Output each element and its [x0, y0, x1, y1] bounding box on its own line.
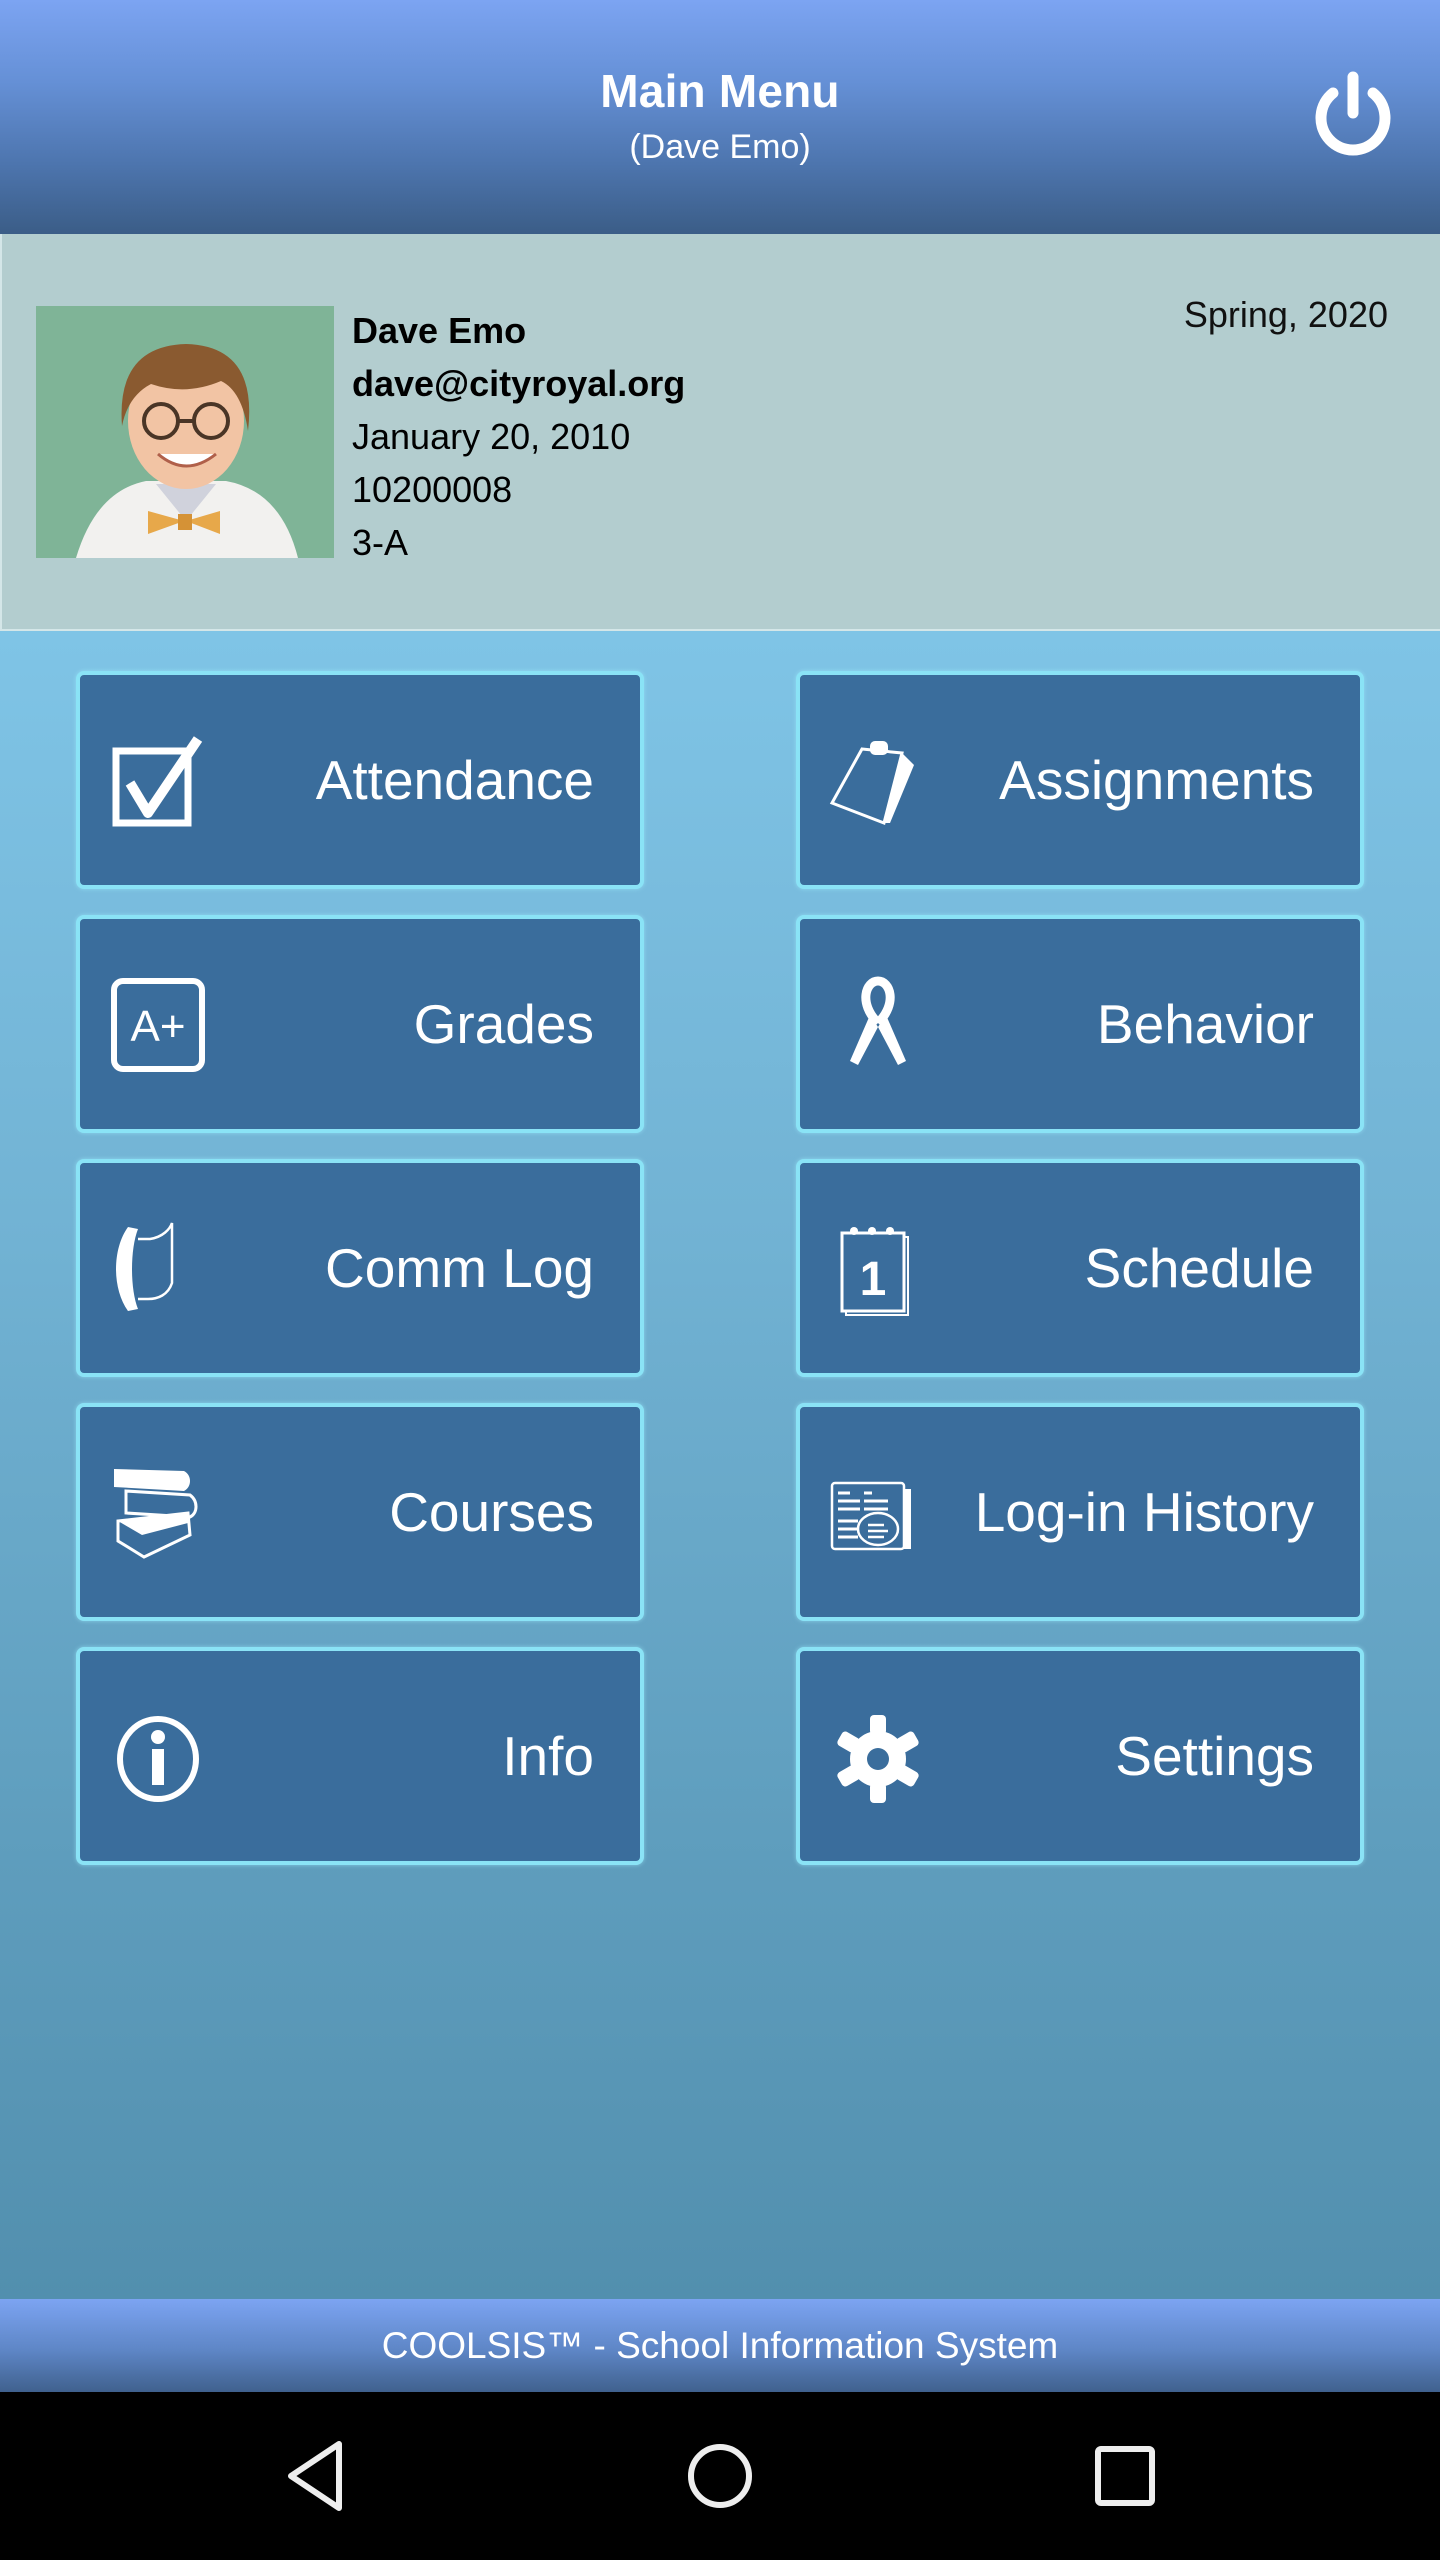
comm-log-button[interactable]: Comm Log — [76, 1159, 644, 1377]
settings-button[interactable]: Settings — [796, 1647, 1364, 1865]
svg-text:1: 1 — [860, 1253, 887, 1306]
menu-grid: Attendance Assignments A+ Grades Behavio… — [0, 631, 1440, 2299]
attendance-button[interactable]: Attendance — [76, 671, 644, 889]
student-profile-panel: Dave Emo dave@cityroyal.org January 20, … — [0, 234, 1440, 631]
home-button[interactable] — [680, 2436, 760, 2516]
student-class: 3-A — [352, 522, 409, 563]
document-search-icon — [830, 1481, 911, 1551]
attendance-label: Attendance — [315, 749, 594, 811]
system-navigation-bar — [0, 2392, 1440, 2560]
login-history-label: Log-in History — [974, 1481, 1314, 1543]
grades-label: Grades — [413, 993, 594, 1055]
student-birthdate: January 20, 2010 — [352, 416, 631, 457]
checkbox-icon — [112, 736, 203, 827]
phone-log-icon — [116, 1222, 174, 1311]
behavior-button[interactable]: Behavior — [796, 915, 1364, 1133]
student-id: 10200008 — [352, 469, 513, 510]
clipboard-icon — [829, 741, 914, 826]
info-button[interactable]: Info — [76, 1647, 644, 1865]
back-icon — [288, 2441, 342, 2511]
page-title: Main Menu — [600, 65, 840, 117]
home-icon — [688, 2444, 752, 2508]
svg-text:A+: A+ — [130, 1002, 185, 1051]
schedule-label: Schedule — [1084, 1237, 1314, 1299]
assignments-label: Assignments — [999, 749, 1314, 811]
courses-label: Courses — [389, 1481, 594, 1543]
courses-button[interactable]: Courses — [76, 1403, 644, 1621]
student-email: dave@cityroyal.org — [352, 363, 686, 404]
grades-button[interactable]: A+ Grades — [76, 915, 644, 1133]
assignments-button[interactable]: Assignments — [796, 671, 1364, 889]
behavior-label: Behavior — [1096, 993, 1314, 1055]
back-button[interactable] — [277, 2436, 357, 2516]
term-label: Spring, 2020 — [1183, 294, 1388, 335]
student-name: Dave Emo — [352, 310, 527, 351]
books-icon — [114, 1469, 198, 1559]
app-footer: COOLSIS™ - School Information System — [0, 2299, 1440, 2392]
info-label: Info — [502, 1725, 594, 1787]
settings-label: Settings — [1115, 1725, 1314, 1787]
calendar-icon: 1 — [840, 1227, 909, 1316]
student-photo — [36, 306, 334, 558]
recents-icon — [1095, 2446, 1155, 2506]
comm-log-label: Comm Log — [325, 1237, 594, 1299]
grade-a-plus-icon: A+ — [111, 978, 205, 1072]
logout-button[interactable] — [1305, 65, 1401, 165]
schedule-button[interactable]: 1 Schedule — [796, 1159, 1364, 1377]
student-details: Dave Emo dave@cityroyal.org January 20, … — [352, 304, 685, 569]
app-header: Main Menu (Dave Emo) — [0, 0, 1440, 234]
power-icon — [1315, 71, 1391, 156]
student-photo-illustration — [36, 306, 334, 558]
recents-button[interactable] — [1085, 2436, 1165, 2516]
ribbon-icon — [850, 976, 906, 1065]
login-history-button[interactable]: Log-in History — [796, 1403, 1364, 1621]
gear-icon — [837, 1715, 919, 1803]
page-subtitle: (Dave Emo) — [629, 128, 811, 166]
info-icon — [117, 1716, 199, 1802]
